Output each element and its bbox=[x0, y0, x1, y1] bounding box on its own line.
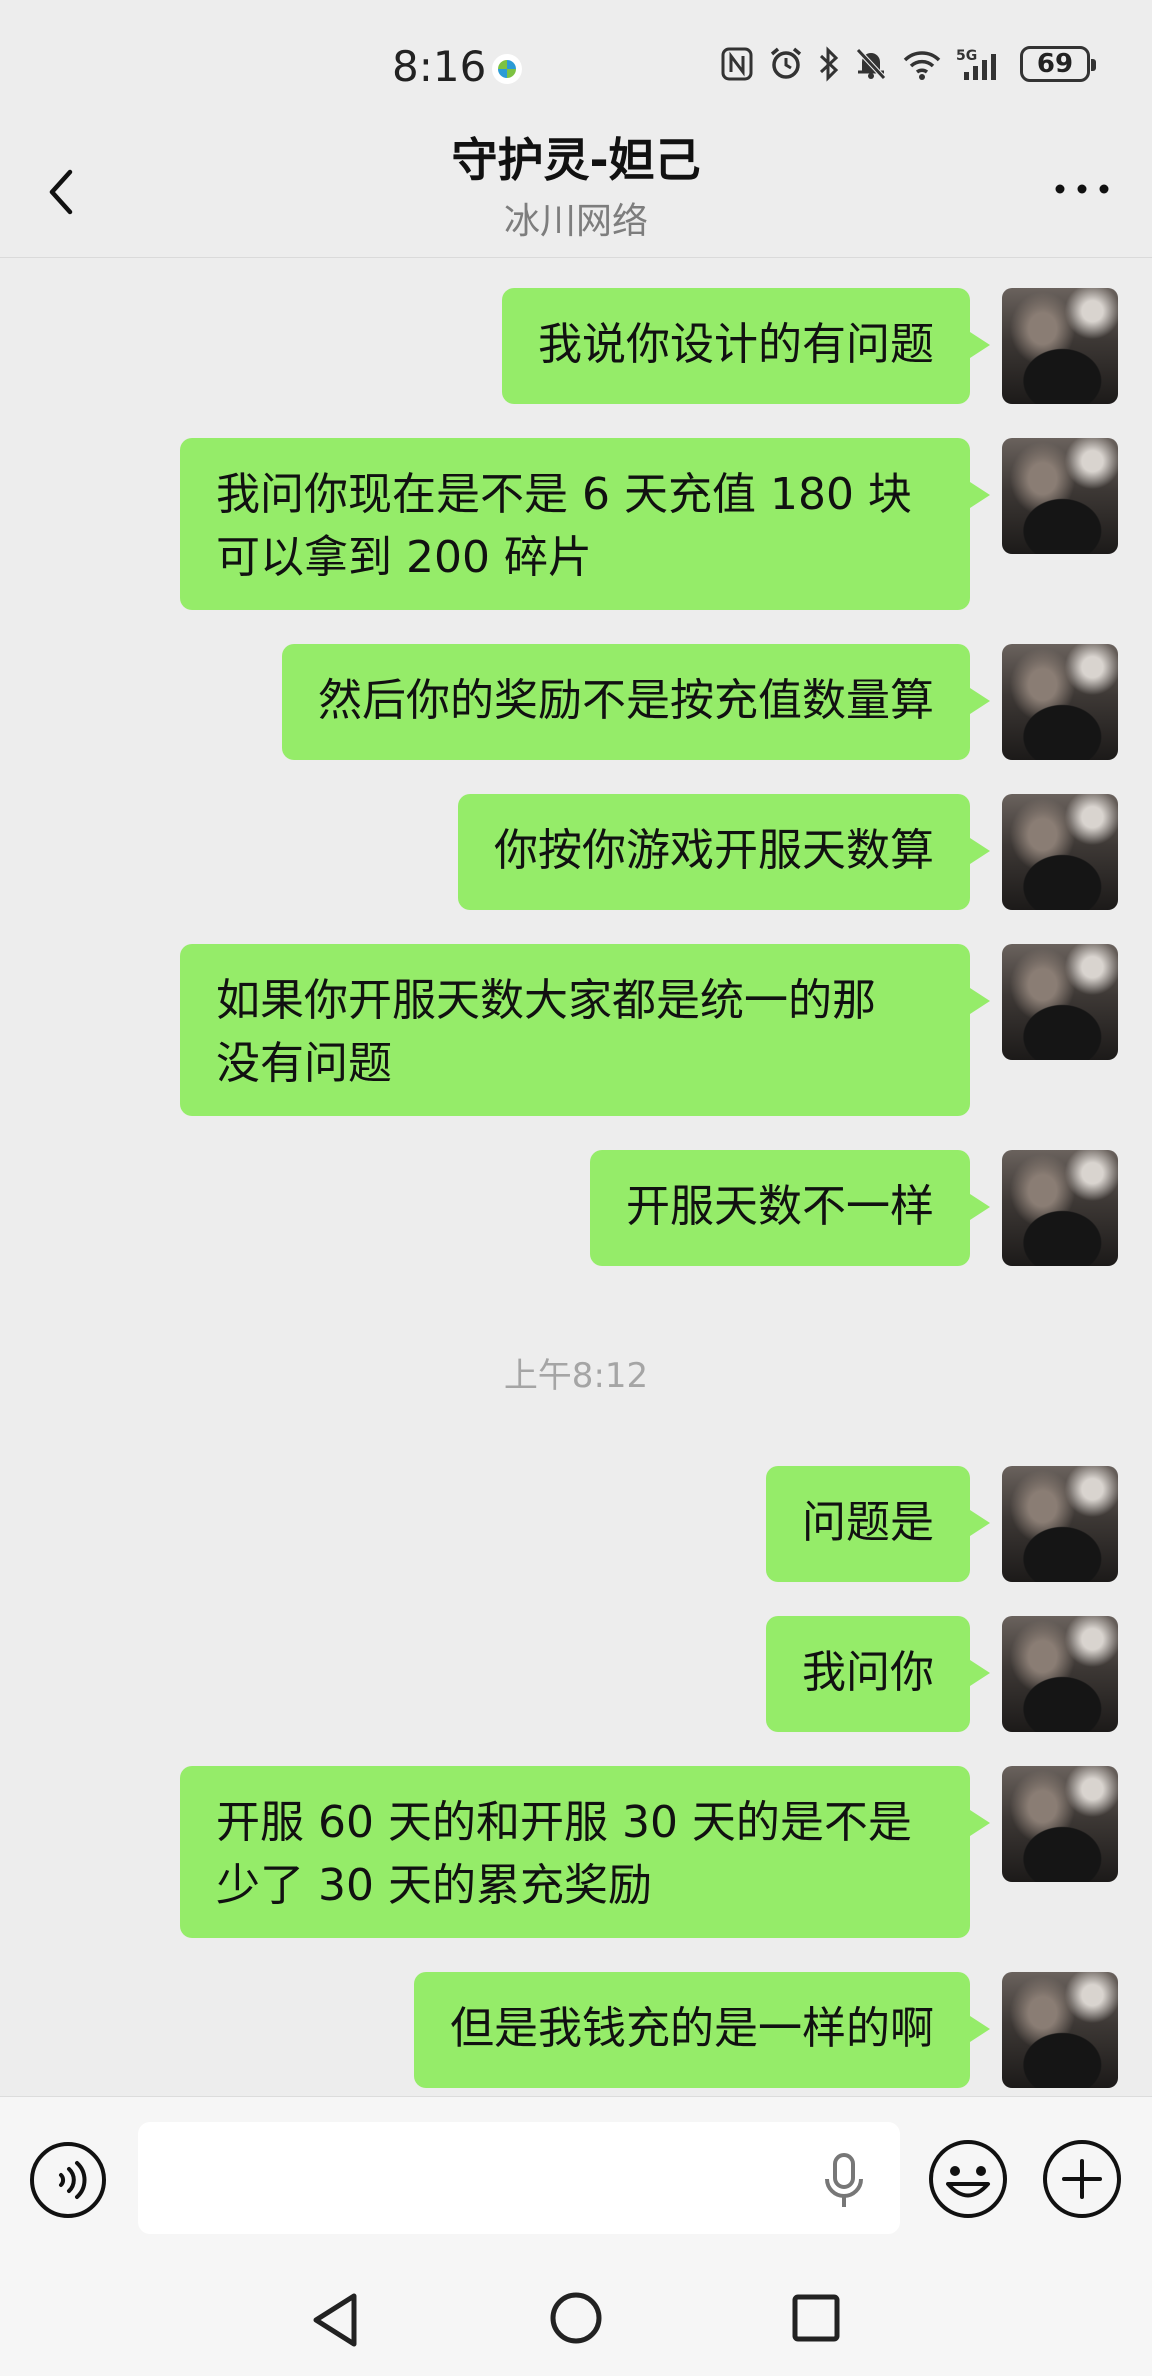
chat-messages: 我说你设计的有问题 我问你现在是不是 6 天充值 180 块 可以拿到 200 … bbox=[0, 258, 1152, 2096]
status-bar: 8:16 5G 69 bbox=[0, 0, 1152, 130]
avatar[interactable] bbox=[1002, 1616, 1118, 1732]
mic-icon[interactable] bbox=[822, 2151, 866, 2211]
system-home-icon[interactable] bbox=[548, 2290, 604, 2346]
input-bar bbox=[0, 2096, 1152, 2264]
message-bubble[interactable]: 开服天数不一样 bbox=[590, 1150, 990, 1266]
avatar[interactable] bbox=[1002, 1466, 1118, 1582]
more-functions-button[interactable] bbox=[1040, 2137, 1124, 2221]
message-bubble[interactable]: 我说你设计的有问题 bbox=[502, 288, 990, 404]
signal-5g-icon: 5G bbox=[956, 48, 996, 80]
avatar[interactable] bbox=[1002, 438, 1118, 554]
more-icon[interactable] bbox=[1052, 174, 1112, 204]
message-input[interactable] bbox=[138, 2122, 900, 2234]
battery-icon: 69 bbox=[1020, 46, 1096, 82]
message-bubble[interactable]: 如果你开服天数大家都是统一的那 没有问题 bbox=[180, 944, 990, 1116]
status-time: 8:16 bbox=[392, 42, 487, 91]
message-bubble[interactable]: 我问你现在是不是 6 天充值 180 块 可以拿到 200 碎片 bbox=[180, 438, 990, 610]
avatar[interactable] bbox=[1002, 288, 1118, 404]
avatar[interactable] bbox=[1002, 644, 1118, 760]
status-icons: 5G 69 bbox=[720, 44, 1096, 84]
message-bubble[interactable]: 开服 60 天的和开服 30 天的是不是 少了 30 天的累充奖励 bbox=[180, 1766, 990, 1938]
chat-header: 守护灵-妲己 冰川网络 bbox=[0, 130, 1152, 258]
timestamp: 上午8:12 bbox=[503, 1356, 649, 1396]
bluetooth-icon bbox=[819, 46, 839, 82]
avatar[interactable] bbox=[1002, 1972, 1118, 2088]
battery-level: 69 bbox=[1036, 49, 1074, 79]
message-bubble[interactable]: 然后你的奖励不是按充值数量算 bbox=[282, 644, 990, 760]
system-nav-bar bbox=[0, 2264, 1152, 2376]
svg-text:5G: 5G bbox=[956, 48, 977, 64]
avatar[interactable] bbox=[1002, 1766, 1118, 1882]
message-bubble[interactable]: 我问你 bbox=[766, 1616, 990, 1732]
avatar[interactable] bbox=[1002, 794, 1118, 910]
mute-icon bbox=[856, 48, 886, 80]
avatar[interactable] bbox=[1002, 944, 1118, 1060]
message-bubble[interactable]: 但是我钱充的是一样的啊 bbox=[414, 1972, 990, 2088]
system-recent-apps-icon[interactable] bbox=[790, 2292, 842, 2344]
system-back-icon[interactable] bbox=[308, 2288, 364, 2352]
wifi-icon bbox=[903, 51, 941, 80]
alarm-icon bbox=[770, 47, 802, 79]
message-bubble[interactable]: 你按你游戏开服天数算 bbox=[458, 794, 990, 910]
chat-subtitle: 冰川网络 bbox=[503, 201, 648, 242]
message-bubble[interactable]: 问题是 bbox=[766, 1466, 990, 1582]
avatar[interactable] bbox=[1002, 1150, 1118, 1266]
chat-title: 守护灵-妲己 bbox=[451, 133, 701, 187]
nfc-icon bbox=[721, 47, 753, 81]
voice-mode-button[interactable] bbox=[28, 2140, 108, 2220]
emoji-button[interactable] bbox=[926, 2137, 1010, 2221]
carrier-icon bbox=[492, 54, 522, 84]
